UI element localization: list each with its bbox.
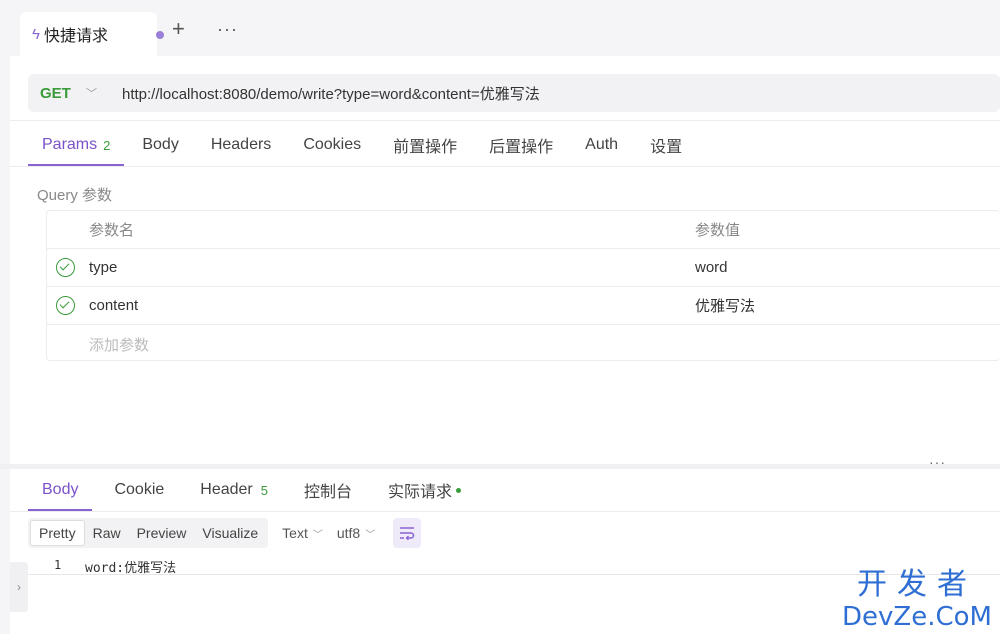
tab-label: Header <box>200 481 253 498</box>
divider <box>10 511 1000 512</box>
chevron-down-icon[interactable]: ﹀ <box>86 85 112 101</box>
chevron-down-icon: ﹀ <box>312 529 323 541</box>
more-icon[interactable]: ··· <box>217 20 238 38</box>
tab-auth[interactable]: Auth <box>585 124 618 166</box>
table-row: type word <box>47 249 1000 287</box>
tab-label: Params <box>42 136 98 153</box>
chevron-down-icon: ﹀ <box>365 529 376 541</box>
wrap-icon <box>400 527 415 540</box>
tab-response-body[interactable]: Body <box>27 469 94 511</box>
watermark-en: DevZe.CoM <box>842 602 992 632</box>
drag-handle-icon[interactable]: ··· <box>929 455 946 469</box>
add-param-input[interactable]: 添加参数 <box>89 334 149 355</box>
format-visualize-button[interactable]: Visualize <box>194 520 266 546</box>
param-value[interactable]: 优雅写法 <box>695 295 755 316</box>
divider <box>10 120 1000 121</box>
params-count-badge: 2 <box>103 137 111 153</box>
param-name[interactable]: type <box>89 259 117 276</box>
format-raw-button[interactable]: Raw <box>85 520 129 546</box>
tab-settings[interactable]: 设置 <box>650 124 682 166</box>
method-select[interactable]: GET <box>40 85 74 102</box>
add-param-row: 添加参数 <box>47 325 1000 363</box>
column-header-value: 参数值 <box>695 222 741 239</box>
request-tab-title: 快捷请求 <box>43 28 108 45</box>
format-segmented-control: Pretty Raw Preview Visualize <box>28 518 269 548</box>
url-bar: GET ﹀ http://localhost:8080/demo/write?t… <box>28 74 1000 112</box>
plus-icon[interactable]: + <box>172 18 185 40</box>
unsaved-dot <box>156 31 164 39</box>
tab-cookies[interactable]: Cookies <box>303 124 361 166</box>
encoding-select[interactable]: utf8 ﹀ <box>337 525 375 541</box>
tab-actual-request[interactable]: 实际请求 <box>388 469 462 511</box>
params-table: 参数名 参数值 type word content 优雅写法 添加参数 <box>46 210 1000 361</box>
content-type-select[interactable]: Text ﹀ <box>282 525 323 541</box>
tab-headers[interactable]: Headers <box>211 124 271 166</box>
response-body-text[interactable]: word:优雅写法 <box>85 557 176 576</box>
tab-label: 实际请求 <box>388 484 453 501</box>
tab-body[interactable]: Body <box>142 124 178 166</box>
format-preview-button[interactable]: Preview <box>129 520 195 546</box>
line-number: 1 <box>54 558 62 572</box>
format-pretty-button[interactable]: Pretty <box>30 520 85 546</box>
watermark-cn: 开发者 <box>857 567 977 602</box>
response-toolbar: Pretty Raw Preview Visualize Text ﹀ utf8… <box>28 518 422 548</box>
tab-params[interactable]: Params 2 <box>27 124 125 166</box>
table-header: 参数名 参数值 <box>47 211 1000 249</box>
watermark: 开发者 DevZe.CoM <box>842 567 992 633</box>
url-input[interactable]: http://localhost:8080/demo/write?type=wo… <box>122 83 540 104</box>
tab-response-header[interactable]: Header 5 <box>200 469 268 511</box>
content-type-value: Text <box>282 525 308 541</box>
column-header-name: 参数名 <box>89 222 135 239</box>
param-value[interactable]: word <box>695 259 728 276</box>
table-row: content 优雅写法 <box>47 287 1000 325</box>
divider <box>10 166 1000 167</box>
header-count-badge: 5 <box>260 482 268 498</box>
chevron-right-icon[interactable]: › <box>10 562 28 612</box>
check-circle-icon[interactable] <box>56 296 75 315</box>
tab-pre-operations[interactable]: 前置操作 <box>393 124 457 166</box>
tab-response-cookie[interactable]: Cookie <box>114 469 164 511</box>
query-params-title: Query 参数 <box>37 187 113 204</box>
encoding-value: utf8 <box>336 525 361 541</box>
param-name[interactable]: content <box>89 297 138 314</box>
response-tabs: Body Cookie Header 5 控制台 实际请求 <box>27 469 497 511</box>
tab-bar: ϟ 快捷请求 + ··· <box>0 0 1000 56</box>
request-panel: GET ﹀ http://localhost:8080/demo/write?t… <box>10 56 1000 464</box>
tab-post-operations[interactable]: 后置操作 <box>489 124 553 166</box>
bolt-icon: ϟ <box>32 25 40 43</box>
request-tabs: Params 2 Body Headers Cookies 前置操作 后置操作 … <box>27 124 714 166</box>
tab-console[interactable]: 控制台 <box>304 469 352 511</box>
status-dot <box>456 487 462 493</box>
check-circle-icon[interactable] <box>56 258 75 277</box>
word-wrap-button[interactable] <box>393 518 422 548</box>
request-tab[interactable]: ϟ 快捷请求 <box>20 12 164 56</box>
